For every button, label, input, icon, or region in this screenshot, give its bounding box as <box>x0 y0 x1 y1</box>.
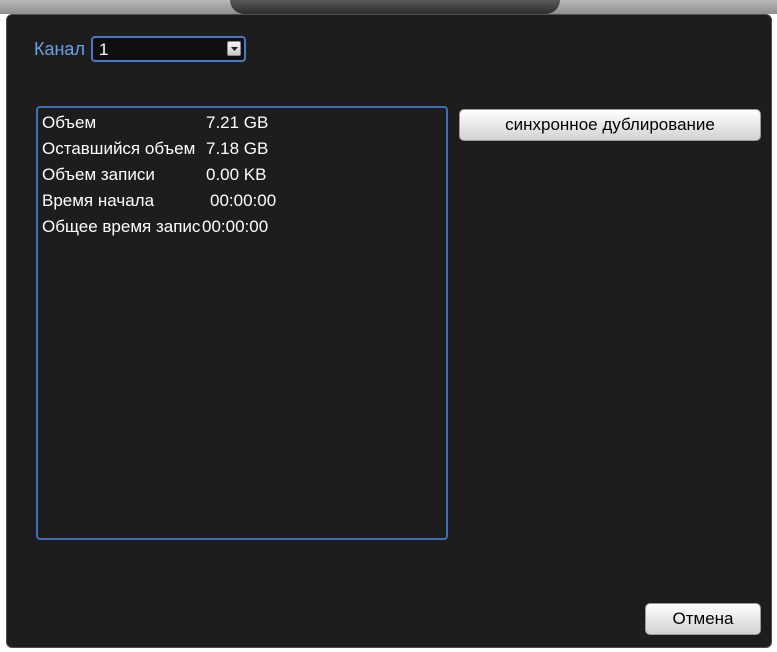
info-value-start-time: 00:00:00 <box>210 191 277 210</box>
chevron-down-icon[interactable] <box>226 41 241 56</box>
channel-row: Канал 1 <box>34 36 246 62</box>
info-label-record-size: Объем записи <box>42 165 155 184</box>
cancel-button[interactable]: Отмена <box>645 603 761 635</box>
channel-label: Канал <box>34 38 85 59</box>
info-row-total-time: Общее время записи 00:00:00 <box>42 217 442 239</box>
backup-window: Канал 1 Объем 7.21 GB Оставшийся объем 7… <box>0 0 777 652</box>
window-top-strip <box>0 0 777 14</box>
info-row-remaining: Оставшийся объем 7.18 GB <box>42 139 442 161</box>
info-label-total-time: Общее время записи <box>42 217 200 236</box>
info-row-record-size: Объем записи 0.00 KB <box>42 165 442 187</box>
channel-select-value: 1 <box>98 40 109 59</box>
info-value-remaining: 7.18 GB <box>206 139 269 158</box>
info-label-remaining: Оставшийся объем <box>42 139 196 158</box>
info-value-total-time: 00:00:00 <box>202 217 269 236</box>
info-row-start-time: Время начала 00:00:00 <box>42 191 442 213</box>
info-label-start-time: Время начала <box>42 191 155 210</box>
header-tab-shape <box>230 0 560 14</box>
info-label-volume: Объем <box>42 113 97 132</box>
info-value-record-size: 0.00 KB <box>206 165 267 184</box>
storage-info-list: Объем 7.21 GB Оставшийся объем 7.18 GB О… <box>36 106 448 540</box>
info-value-volume: 7.21 GB <box>206 113 269 132</box>
sync-backup-button[interactable]: синхронное дублирование <box>459 109 761 141</box>
channel-select[interactable]: 1 <box>90 36 246 62</box>
info-row-volume: Объем 7.21 GB <box>42 113 442 135</box>
